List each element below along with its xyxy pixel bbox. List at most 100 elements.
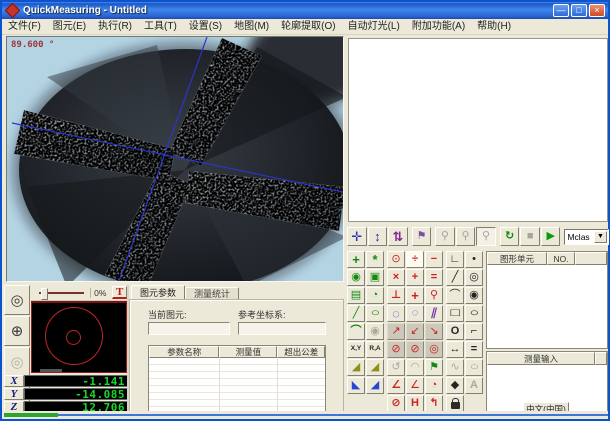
light-t-button[interactable]: T xyxy=(112,286,127,299)
loop-run-button[interactable]: ↻ xyxy=(500,227,520,246)
graphics-col-1[interactable]: NO. xyxy=(547,252,575,265)
wave-gray-tool[interactable]: ∿ xyxy=(446,359,464,376)
point-star-tool[interactable]: * xyxy=(366,251,384,268)
mode-combo[interactable]: Mclas▼ xyxy=(564,229,608,245)
arc-quarter-tool[interactable]: ◔ xyxy=(366,287,384,304)
corner-dim-tool[interactable]: ↰ xyxy=(425,395,443,412)
dist-point-point-tool[interactable]: ↗ xyxy=(387,323,405,340)
menu-contour-extract[interactable]: 轮廓提取(O) xyxy=(275,19,341,34)
line-fit-tool[interactable]: ╱ xyxy=(347,305,365,322)
undo-arc-tool[interactable]: ↺ xyxy=(387,359,405,376)
letter-a-tool[interactable]: A xyxy=(465,377,483,394)
divide-tool[interactable]: ÷ xyxy=(406,251,424,268)
angle-triangle-tool-1[interactable]: ◣ xyxy=(347,377,365,394)
stop-button[interactable]: ■ xyxy=(520,227,540,246)
ring-light-button-1[interactable]: ◎ xyxy=(4,285,30,315)
current-element-field[interactable] xyxy=(148,322,230,335)
menu-settings[interactable]: 设置(S) xyxy=(183,19,228,34)
ellipse-fit-tool[interactable]: ○ xyxy=(366,305,384,322)
close-button[interactable]: × xyxy=(589,4,605,17)
dist-line-line-tool[interactable]: ↘ xyxy=(425,323,443,340)
ellipse-dot-tool[interactable]: ◉ xyxy=(465,287,483,304)
ring-tool[interactable]: O xyxy=(446,323,464,340)
graphics-list[interactable]: 图形单元NO. xyxy=(486,251,608,349)
angle-line-line-tool[interactable]: ∠ xyxy=(387,377,405,394)
dist-point-line-tool[interactable]: ↙ xyxy=(406,323,424,340)
ellipse-tool[interactable]: ○ xyxy=(465,305,483,322)
translate-tool[interactable]: + xyxy=(406,287,424,304)
coord-ra-tool[interactable]: R,A xyxy=(366,341,384,358)
small-circle-tool[interactable]: ◎ xyxy=(465,269,483,286)
zoom-tool-button[interactable]: ⚲ xyxy=(435,227,455,246)
arc-gray-tool[interactable]: ◠ xyxy=(406,359,424,376)
width-tool[interactable]: ↔ xyxy=(446,341,464,358)
delete-x-tool[interactable]: × xyxy=(387,269,405,286)
lock-tool[interactable] xyxy=(446,395,464,412)
menu-tools[interactable]: 工具(T) xyxy=(138,19,183,34)
h-dim-tool[interactable]: H xyxy=(406,395,424,412)
arc-fit-tool[interactable]: ⌒ xyxy=(347,323,365,340)
light-slider-thumb[interactable] xyxy=(41,288,48,300)
menu-help[interactable]: 帮助(H) xyxy=(471,19,517,34)
menu-run[interactable]: 执行(R) xyxy=(92,19,138,34)
play-button[interactable]: ▶ xyxy=(541,227,561,246)
circle-point-tool[interactable]: ⊙ xyxy=(387,251,405,268)
dist-circle-line-tool[interactable]: ⊘ xyxy=(406,341,424,358)
param-col-1[interactable]: 测量值 xyxy=(219,346,277,358)
angle-line-x-tool[interactable]: ∠ xyxy=(406,377,424,394)
tab-element-params[interactable]: 图元参数 xyxy=(131,285,185,300)
ring-light-button-3[interactable]: ◎ xyxy=(4,347,30,377)
dist-circle-circle-tool[interactable]: ⊘ xyxy=(387,341,405,358)
plane-tool-2[interactable]: ◢ xyxy=(366,359,384,376)
graphics-col-2[interactable] xyxy=(575,252,607,265)
light-slider[interactable] xyxy=(39,292,84,294)
circle-fit-tool[interactable]: ◉ xyxy=(347,269,365,286)
perpendicular-tool[interactable]: ⊥ xyxy=(387,287,405,304)
concentric-tool[interactable]: ◎ xyxy=(425,341,443,358)
parallel-lines-tool[interactable]: ∥ xyxy=(425,305,443,322)
graphics-col-0[interactable]: 图形单元 xyxy=(487,252,547,265)
flag-marker-tool[interactable]: ⚑ xyxy=(425,359,443,376)
angle-triangle-tool-2[interactable]: ◢ xyxy=(366,377,384,394)
rotate-probe-tool[interactable]: ⚲ xyxy=(425,287,443,304)
parallel-black-tool[interactable]: = xyxy=(465,341,483,358)
menu-map[interactable]: 地图(M) xyxy=(228,19,275,34)
menu-auto-light[interactable]: 自动灯光(L) xyxy=(342,19,406,34)
param-col-2[interactable]: 超出公差 xyxy=(277,346,325,358)
diameter-dim-tool[interactable]: ⊘ xyxy=(387,395,405,412)
scan-circle-tool[interactable]: ◌ xyxy=(387,305,405,322)
menu-addons[interactable]: 附加功能(A) xyxy=(406,19,471,34)
minimize-button[interactable]: — xyxy=(553,4,569,17)
ring-light-button-2[interactable]: ⊕ xyxy=(4,316,30,346)
point-plus-tool[interactable]: + xyxy=(347,251,365,268)
perp-foot-tool[interactable]: ∟ xyxy=(446,251,464,268)
parallel-red-tool[interactable]: = xyxy=(425,269,443,286)
stage-move-button[interactable]: ✛ xyxy=(347,227,367,246)
ref-frame-field[interactable] xyxy=(238,322,326,335)
plane-tool-1[interactable]: ◢ xyxy=(347,359,365,376)
joystick-button[interactable]: ⇅ xyxy=(388,227,408,246)
arc-tool[interactable]: ⌒ xyxy=(446,287,464,304)
center-point-tool[interactable]: + xyxy=(406,269,424,286)
stage-z-button[interactable]: ↕ xyxy=(368,227,388,246)
maximize-button[interactable]: □ xyxy=(571,4,587,17)
blob-gray-tool[interactable]: ○ xyxy=(465,359,483,376)
line-tool[interactable]: ╱ xyxy=(446,269,464,286)
zoom-in-button[interactable]: ⚲ xyxy=(476,227,496,246)
circle-gray-tool[interactable]: ◉ xyxy=(366,323,384,340)
combo-dropdown-icon[interactable]: ▼ xyxy=(594,231,607,243)
minus-tool[interactable]: − xyxy=(425,251,443,268)
scan-circle-small-tool[interactable]: ◌ xyxy=(406,305,424,322)
menu-file[interactable]: 文件(F) xyxy=(2,19,47,34)
menu-element[interactable]: 图元(E) xyxy=(47,19,92,34)
diamond-tool[interactable]: ◆ xyxy=(446,377,464,394)
camera-image-view[interactable]: 89.600 ° xyxy=(6,36,344,282)
point-tool[interactable]: • xyxy=(465,251,483,268)
param-col-0[interactable]: 参数名称 xyxy=(149,346,219,358)
circle-quadrant-tool[interactable]: ◔ xyxy=(425,377,443,394)
cad-workspace[interactable] xyxy=(348,38,608,222)
rect-tool[interactable]: □ xyxy=(446,305,464,322)
angle-foot-tool[interactable]: ⌐ xyxy=(465,323,483,340)
image-capture-tool[interactable]: ▤ xyxy=(347,287,365,304)
video-flag-button[interactable]: ⚑ xyxy=(412,227,432,246)
